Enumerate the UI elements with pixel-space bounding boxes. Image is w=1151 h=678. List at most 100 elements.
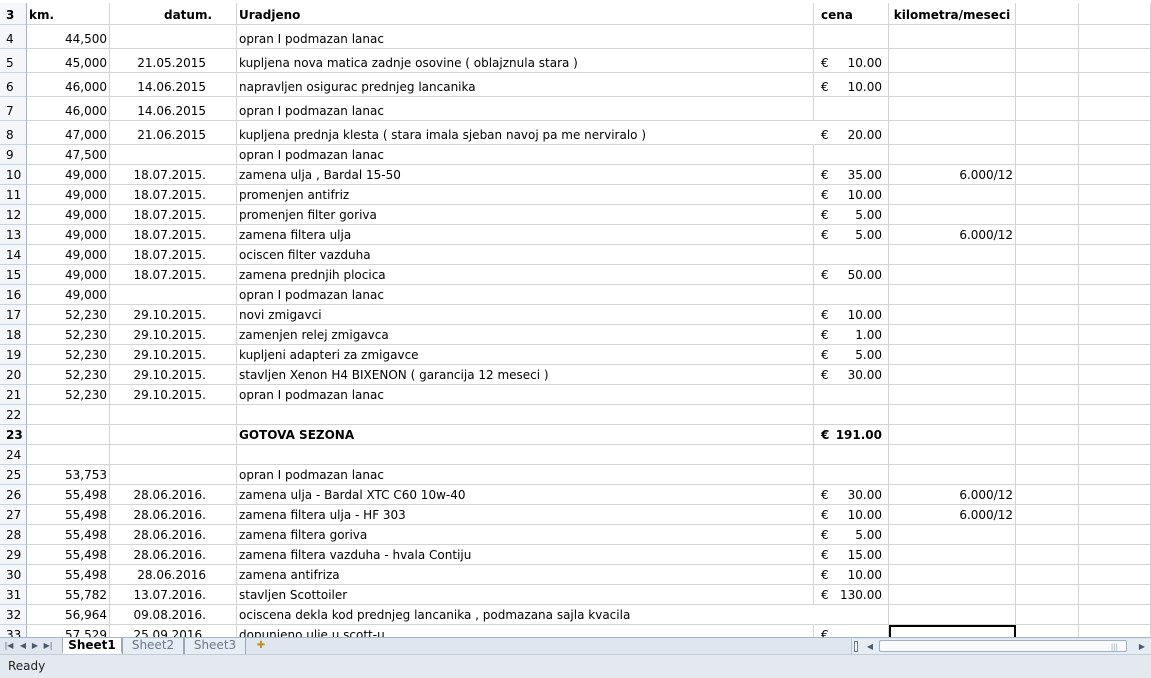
cell-price[interactable]: €10.00 — [814, 505, 889, 525]
cell-km-months[interactable] — [889, 325, 1016, 345]
cell-km[interactable]: 49,000 — [27, 225, 110, 245]
row-header[interactable]: 19 — [0, 345, 27, 365]
cell-work[interactable]: zamena prednjih plocica — [237, 265, 814, 285]
cell-work[interactable]: zamena filtera ulja — [237, 225, 814, 245]
cell[interactable] — [1079, 465, 1151, 485]
cell-km[interactable]: 45,000 — [27, 49, 110, 73]
cell[interactable] — [1016, 625, 1079, 637]
cell[interactable] — [1016, 425, 1079, 445]
cell-date[interactable]: 28.06.2016 — [110, 565, 237, 585]
sheet-tab-sheet3[interactable]: Sheet3 — [184, 638, 246, 654]
cell-km[interactable]: 44,500 — [27, 25, 110, 49]
cell[interactable] — [1079, 365, 1151, 385]
cell-km-months[interactable] — [889, 545, 1016, 565]
cell-km-months[interactable] — [889, 265, 1016, 285]
last-sheet-icon[interactable]: ▶| — [42, 640, 54, 652]
cell-km-months[interactable] — [889, 73, 1016, 97]
cell-work[interactable]: opran I podmazan lanac — [237, 145, 814, 165]
cell-date[interactable]: 28.06.2016. — [110, 505, 237, 525]
cell-km[interactable]: 49,000 — [27, 245, 110, 265]
cell[interactable] — [1016, 97, 1079, 121]
header-km[interactable]: km. — [27, 3, 110, 25]
sheet-tab-sheet2[interactable]: Sheet2 — [122, 638, 184, 654]
cell-km-months[interactable] — [889, 185, 1016, 205]
row-header[interactable]: 11 — [0, 185, 27, 205]
header-work[interactable]: Uradjeno — [237, 3, 814, 25]
cell-date[interactable] — [110, 465, 237, 485]
row-header[interactable]: 10 — [0, 165, 27, 185]
cell[interactable] — [1016, 285, 1079, 305]
cell-price[interactable]: €20.00 — [814, 121, 889, 145]
row-header[interactable]: 18 — [0, 325, 27, 345]
cell[interactable] — [1016, 325, 1079, 345]
cell-date[interactable]: 14.06.2015 — [110, 73, 237, 97]
cell-price[interactable]: €1.00 — [814, 325, 889, 345]
cell-price[interactable]: €10.00 — [814, 305, 889, 325]
cell-km-months[interactable] — [889, 205, 1016, 225]
cell[interactable] — [1016, 185, 1079, 205]
cell[interactable] — [1079, 345, 1151, 365]
header-price[interactable]: cena — [814, 3, 889, 25]
cell-km[interactable]: 49,000 — [27, 185, 110, 205]
cell-price[interactable]: €5.00 — [814, 225, 889, 245]
cell[interactable] — [1079, 165, 1151, 185]
cell[interactable] — [1016, 25, 1079, 49]
cell-km-months[interactable] — [889, 285, 1016, 305]
cell[interactable] — [1079, 245, 1151, 265]
cell-km-months[interactable] — [889, 25, 1016, 49]
scroll-left-icon[interactable]: ◀ — [864, 639, 876, 654]
cell[interactable] — [1016, 265, 1079, 285]
cell-km-months[interactable] — [889, 385, 1016, 405]
cell-km[interactable] — [27, 405, 110, 425]
cell-km[interactable]: 52,230 — [27, 345, 110, 365]
cell-date[interactable] — [110, 145, 237, 165]
cell-work[interactable]: ociscen filter vazduha — [237, 245, 814, 265]
cell[interactable] — [1016, 505, 1079, 525]
cell-work[interactable]: dopunjeno ulje u scott-u — [237, 625, 814, 637]
cell-date[interactable]: 14.06.2015 — [110, 97, 237, 121]
cell-km-months[interactable] — [889, 145, 1016, 165]
cell-price[interactable]: €30.00 — [814, 365, 889, 385]
cell-date[interactable]: 13.07.2016. — [110, 585, 237, 605]
cell-price[interactable] — [814, 405, 889, 425]
cell[interactable] — [1079, 385, 1151, 405]
cell-work[interactable]: zamena filtera ulja - HF 303 — [237, 505, 814, 525]
cell-price[interactable]: € — [814, 625, 889, 637]
cell-km[interactable]: 49,000 — [27, 265, 110, 285]
cell[interactable] — [1079, 25, 1151, 49]
cell-km-months[interactable] — [889, 525, 1016, 545]
scroll-thumb[interactable]: ||| — [879, 640, 1127, 652]
cell-km-months[interactable]: 6.000/12 — [889, 485, 1016, 505]
cell-km[interactable]: 46,000 — [27, 73, 110, 97]
row-header[interactable]: 24 — [0, 445, 27, 465]
cell-date[interactable]: 29.10.2015. — [110, 345, 237, 365]
cell-work[interactable]: opran I podmazan lanac — [237, 97, 814, 121]
header-km-months[interactable]: kilometra/meseci — [889, 3, 1016, 25]
cell-km[interactable]: 52,230 — [27, 305, 110, 325]
cell-km[interactable] — [27, 445, 110, 465]
cell-km[interactable]: 49,000 — [27, 285, 110, 305]
cell-price[interactable]: €10.00 — [814, 73, 889, 97]
cell[interactable] — [1016, 565, 1079, 585]
cell-work[interactable]: promenjen antifriz — [237, 185, 814, 205]
row-header[interactable]: 31 — [0, 585, 27, 605]
row-header[interactable]: 15 — [0, 265, 27, 285]
cell[interactable] — [1016, 121, 1079, 145]
cell-work[interactable]: ociscena dekla kod prednjeg lancanika , … — [237, 605, 814, 625]
cell-km-months[interactable] — [889, 445, 1016, 465]
cell-km[interactable]: 52,230 — [27, 385, 110, 405]
cell-km[interactable]: 55,498 — [27, 565, 110, 585]
row-header[interactable]: 14 — [0, 245, 27, 265]
cell[interactable] — [1016, 465, 1079, 485]
split-handle[interactable] — [854, 641, 858, 652]
cell-work[interactable]: zamena ulja , Bardal 15-50 — [237, 165, 814, 185]
cell-km[interactable]: 49,000 — [27, 165, 110, 185]
row-header[interactable]: 25 — [0, 465, 27, 485]
cell[interactable] — [1079, 285, 1151, 305]
cell[interactable] — [1079, 625, 1151, 637]
cell-work[interactable]: opran I podmazan lanac — [237, 465, 814, 485]
cell[interactable] — [1079, 265, 1151, 285]
cell[interactable] — [1079, 185, 1151, 205]
cell-work[interactable]: novi zmigavci — [237, 305, 814, 325]
cell-km-months[interactable] — [889, 121, 1016, 145]
